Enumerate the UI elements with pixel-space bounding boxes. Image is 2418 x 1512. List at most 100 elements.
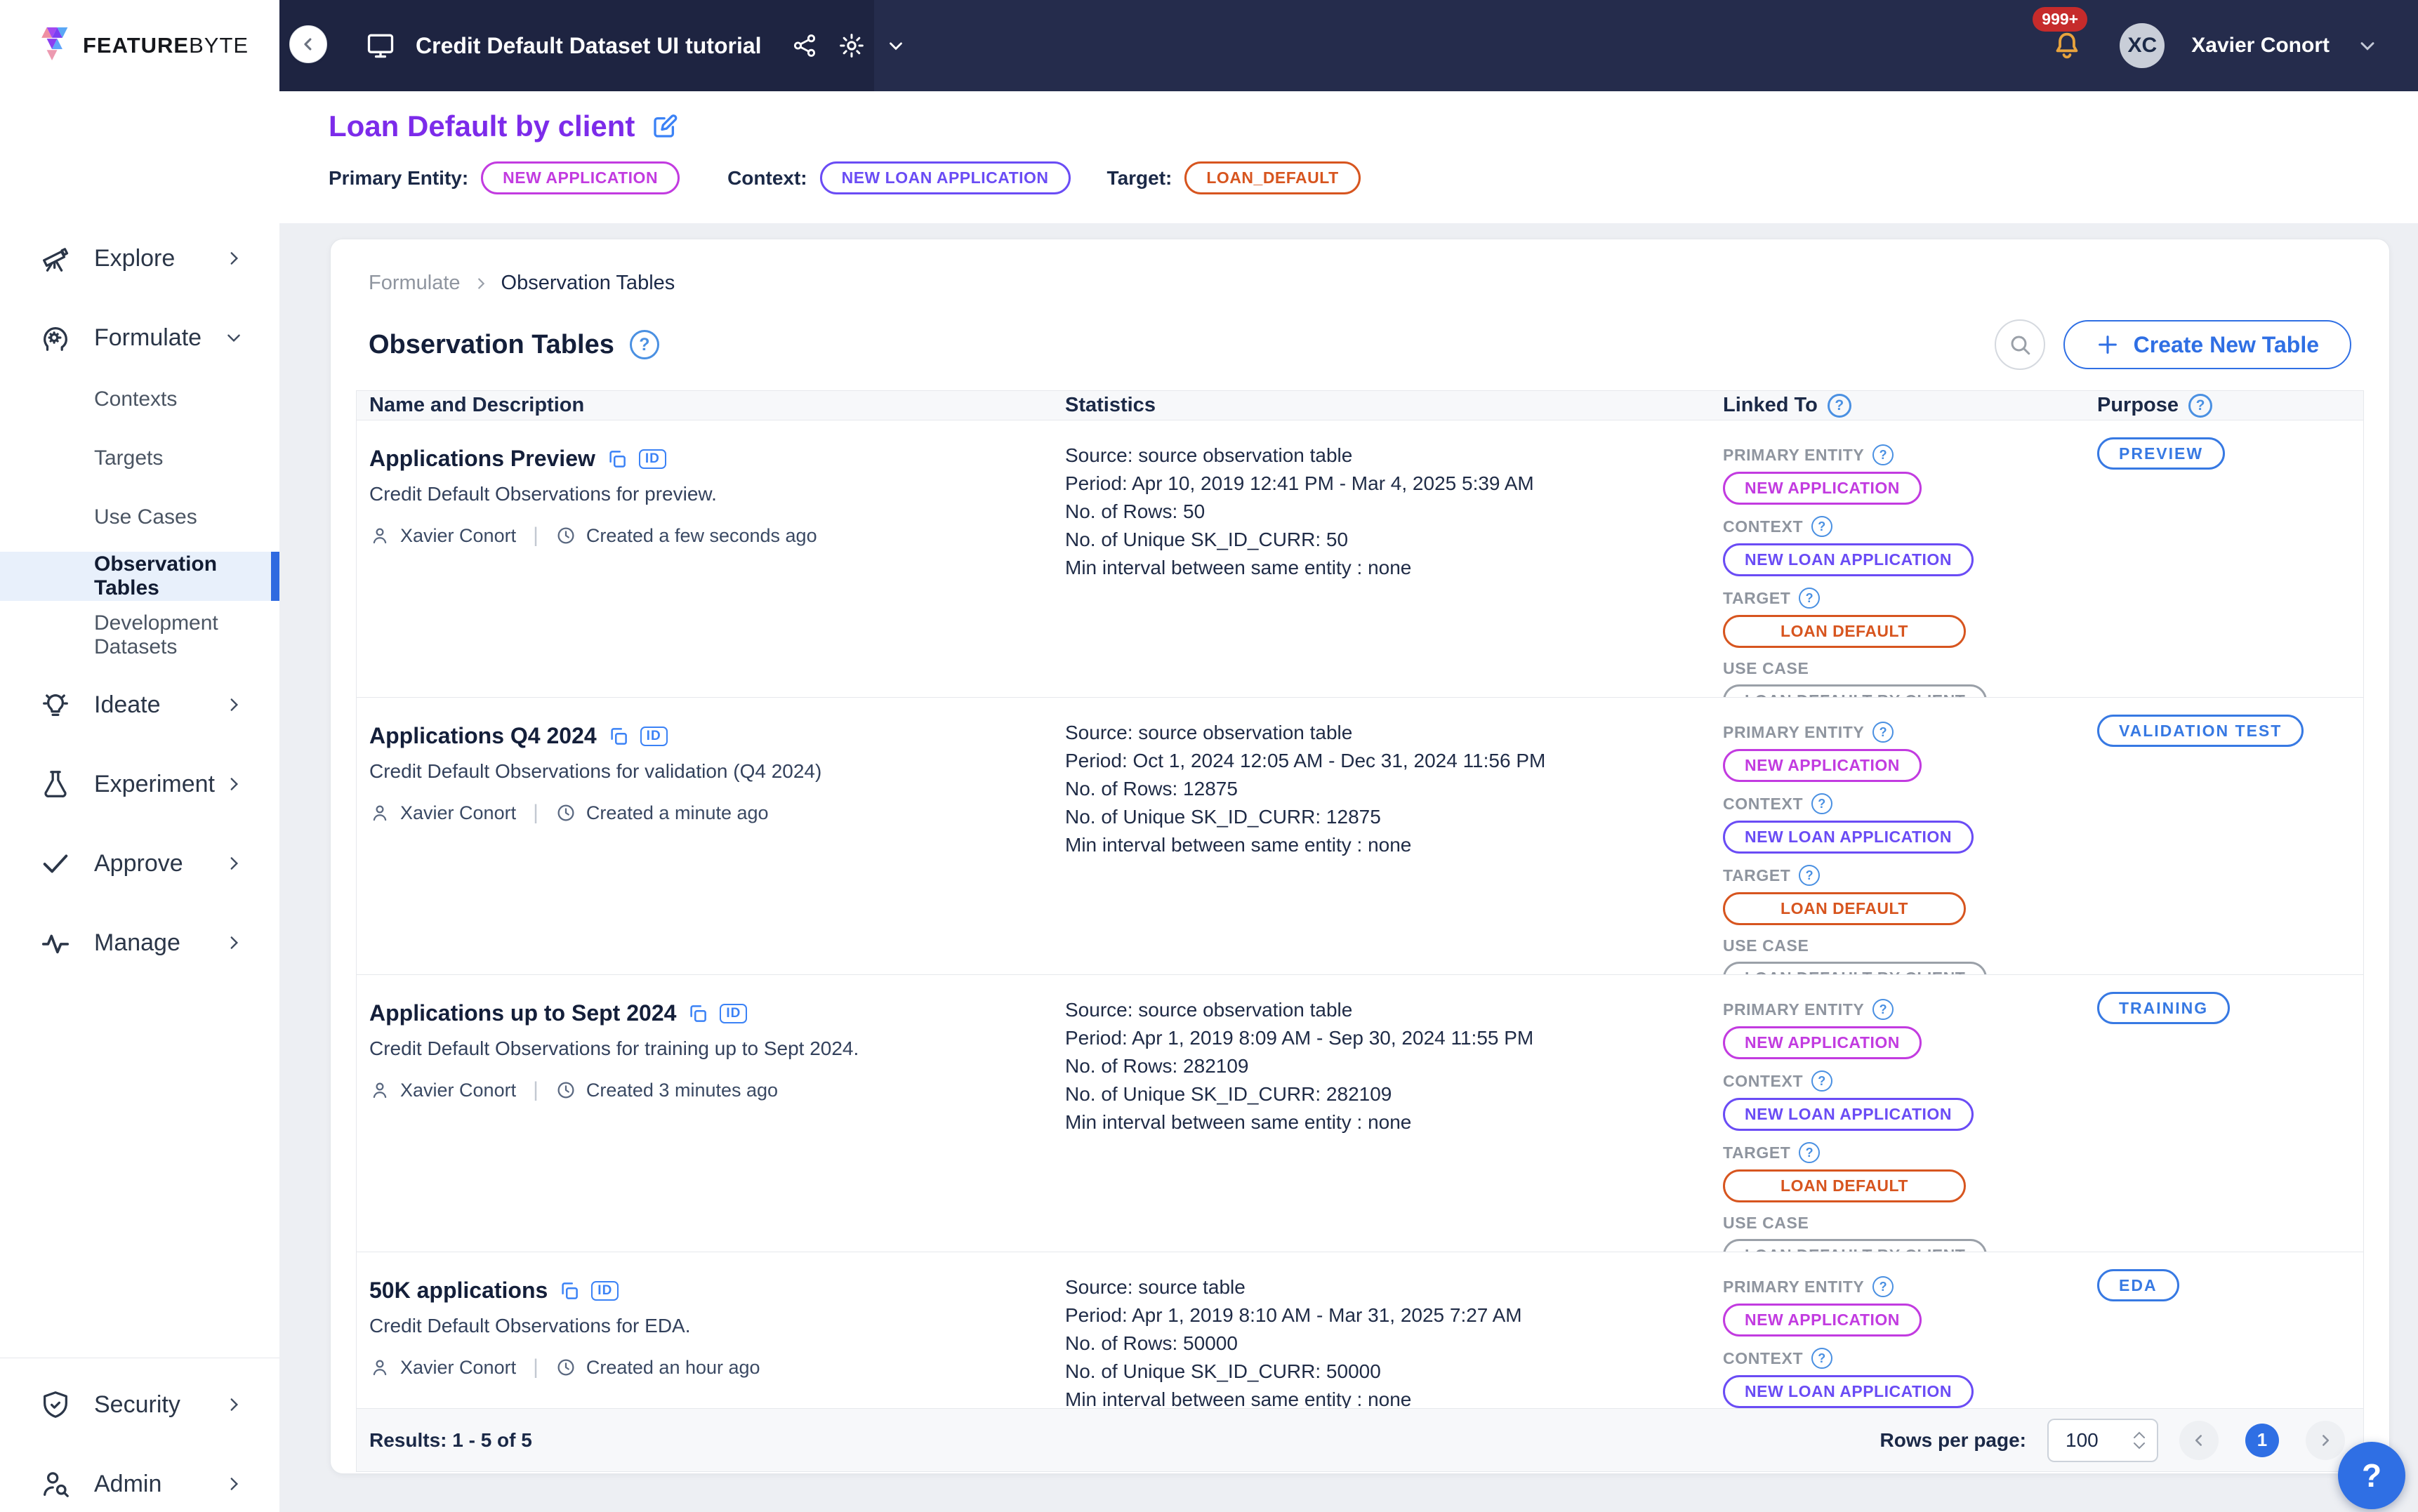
context-chip[interactable]: NEW LOAN APPLICATION <box>1723 543 1974 576</box>
target-chip[interactable]: LOAN_DEFAULT <box>1184 161 1360 194</box>
avatar[interactable]: XC <box>2120 23 2165 68</box>
primary-entity-chip[interactable]: NEW APPLICATION <box>1723 1304 1922 1337</box>
context-chip[interactable]: NEW LOAN APPLICATION <box>1723 1098 1974 1131</box>
sidebar-item-contexts[interactable]: Contexts <box>0 375 279 424</box>
chevron-right-icon <box>225 696 243 714</box>
sidebar-item-experiment[interactable]: Experiment <box>0 756 279 812</box>
sidebar-collapse-button[interactable] <box>289 25 327 63</box>
context-chip[interactable]: NEW LOAN APPLICATION <box>1723 1375 1974 1408</box>
sidebar-item-explore[interactable]: Explore <box>0 230 279 286</box>
primary-entity-chip[interactable]: NEW APPLICATION <box>1723 749 1922 782</box>
gear-icon[interactable] <box>838 32 866 60</box>
edit-icon[interactable] <box>650 112 680 141</box>
id-badge-icon[interactable]: ID <box>591 1281 619 1301</box>
help-icon[interactable]: ? <box>630 330 659 359</box>
table-header-row: Name and Description Statistics Linked T… <box>357 391 2363 420</box>
previous-page-button[interactable] <box>2179 1421 2219 1460</box>
help-icon[interactable]: ? <box>1872 444 1894 465</box>
help-fab-button[interactable]: ? <box>2338 1442 2405 1509</box>
use-case-chip[interactable]: LOAN DEFAULT BY CLIENT <box>1723 1239 1987 1252</box>
copy-icon[interactable] <box>687 1003 708 1024</box>
create-new-table-button[interactable]: Create New Table <box>2063 320 2351 369</box>
share-icon[interactable] <box>791 32 818 59</box>
context-chip[interactable]: NEW LOAN APPLICATION <box>820 161 1071 194</box>
target-chip[interactable]: LOAN DEFAULT <box>1723 892 1966 925</box>
notifications-bell-icon[interactable]: 999+ <box>2051 29 2083 62</box>
copy-icon[interactable] <box>608 726 629 747</box>
use-case-chip[interactable]: LOAN DEFAULT BY CLIENT <box>1723 684 1987 697</box>
purpose-chip[interactable]: VALIDATION TEST <box>2097 715 2304 747</box>
chevron-down-icon[interactable] <box>2356 34 2379 57</box>
help-icon[interactable]: ? <box>1799 865 1820 886</box>
table-name[interactable]: Applications up to Sept 2024 <box>369 1000 676 1026</box>
breadcrumb-parent[interactable]: Formulate <box>369 272 461 295</box>
table-name[interactable]: 50K applications <box>369 1278 548 1304</box>
rows-per-page-label: Rows per page: <box>1880 1429 2026 1452</box>
clock-icon <box>555 525 576 546</box>
help-icon[interactable]: ? <box>1811 1348 1832 1369</box>
sidebar-item-admin[interactable]: Admin <box>0 1456 279 1512</box>
table-description: Credit Default Observations for preview. <box>369 483 1044 505</box>
copy-icon[interactable] <box>607 449 628 470</box>
table-name[interactable]: Applications Preview <box>369 446 595 472</box>
statistics-cell: Source: source table Period: Apr 1, 2019… <box>1065 1252 1723 1408</box>
purpose-chip[interactable]: PREVIEW <box>2097 437 2225 470</box>
purpose-chip[interactable]: TRAINING <box>2097 992 2230 1024</box>
target-chip[interactable]: LOAN DEFAULT <box>1723 615 1966 648</box>
table-row[interactable]: Applications Preview ID Credit Default O… <box>357 420 2363 698</box>
sidebar-item-development-datasets[interactable]: Development Datasets <box>0 611 279 660</box>
help-icon[interactable]: ? <box>1872 1276 1894 1297</box>
sidebar-item-approve[interactable]: Approve <box>0 835 279 891</box>
help-icon[interactable]: ? <box>1811 793 1832 814</box>
stat-period: Period: Oct 1, 2024 12:05 AM - Dec 31, 2… <box>1065 747 1723 775</box>
sidebar-item-ideate[interactable]: Ideate <box>0 677 279 733</box>
use-case-chip[interactable]: LOAN DEFAULT BY CLIENT <box>1723 962 1987 974</box>
breadcrumb-separator-icon <box>473 276 489 291</box>
stat-source: Source: source observation table <box>1065 996 1723 1024</box>
sidebar-label-targets: Targets <box>94 446 163 470</box>
help-icon[interactable]: ? <box>1828 394 1851 418</box>
sidebar-item-use-cases[interactable]: Use Cases <box>0 493 279 542</box>
copy-icon[interactable] <box>559 1280 580 1301</box>
sidebar-item-targets[interactable]: Targets <box>0 434 279 483</box>
search-button[interactable] <box>1995 319 2045 370</box>
sidebar-item-security[interactable]: Security <box>0 1377 279 1433</box>
help-icon[interactable]: ? <box>1799 1142 1820 1163</box>
sidebar-item-formulate[interactable]: Formulate <box>0 310 279 366</box>
purpose-chip[interactable]: EDA <box>2097 1269 2179 1301</box>
help-icon[interactable]: ? <box>2188 394 2212 418</box>
id-badge-icon[interactable]: ID <box>720 1004 747 1023</box>
table-row[interactable]: Applications Q4 2024 ID Credit Default O… <box>357 698 2363 975</box>
primary-entity-label: PRIMARY ENTITY <box>1723 1278 1864 1297</box>
next-page-button[interactable] <box>2306 1421 2345 1460</box>
sidebar-item-manage[interactable]: Manage <box>0 915 279 971</box>
primary-entity-chip[interactable]: NEW APPLICATION <box>1723 472 1922 505</box>
help-icon[interactable]: ? <box>1872 999 1894 1020</box>
context-chip[interactable]: NEW LOAN APPLICATION <box>1723 821 1974 854</box>
primary-entity-chip[interactable]: NEW APPLICATION <box>1723 1026 1922 1059</box>
table-name[interactable]: Applications Q4 2024 <box>369 723 597 749</box>
target-chip[interactable]: LOAN DEFAULT <box>1723 1169 1966 1202</box>
help-icon[interactable]: ? <box>1811 516 1832 537</box>
page-number-button[interactable]: 1 <box>2245 1424 2279 1457</box>
primary-entity-label: PRIMARY ENTITY <box>1723 1000 1864 1019</box>
table-row[interactable]: 50K applications ID Credit Default Obser… <box>357 1252 2363 1408</box>
stat-unique: No. of Unique SK_ID_CURR: 50000 <box>1065 1358 1723 1386</box>
clock-icon <box>555 1357 576 1378</box>
sidebar-label-development-datasets: Development Datasets <box>94 611 279 659</box>
column-header-statistics: Statistics <box>1065 394 1723 417</box>
topbar: Credit Default Dataset UI tutorial 999+ … <box>279 0 2418 91</box>
sidebar-item-observation-tables[interactable]: Observation Tables <box>0 552 279 601</box>
help-icon[interactable]: ? <box>1872 722 1894 743</box>
table-row[interactable]: Applications up to Sept 2024 ID Credit D… <box>357 975 2363 1252</box>
plus-icon <box>2096 333 2120 357</box>
chevron-right-icon <box>225 1395 243 1414</box>
help-icon[interactable]: ? <box>1811 1070 1832 1092</box>
id-badge-icon[interactable]: ID <box>639 449 666 469</box>
primary-entity-chip[interactable]: NEW APPLICATION <box>481 161 680 194</box>
help-icon[interactable]: ? <box>1799 588 1820 609</box>
id-badge-icon[interactable]: ID <box>640 727 668 746</box>
sidebar-bottom-nav: Security Admin <box>0 1358 279 1512</box>
rows-per-page-select[interactable]: 100 <box>2047 1419 2158 1462</box>
context-label: CONTEXT <box>1723 517 1803 536</box>
